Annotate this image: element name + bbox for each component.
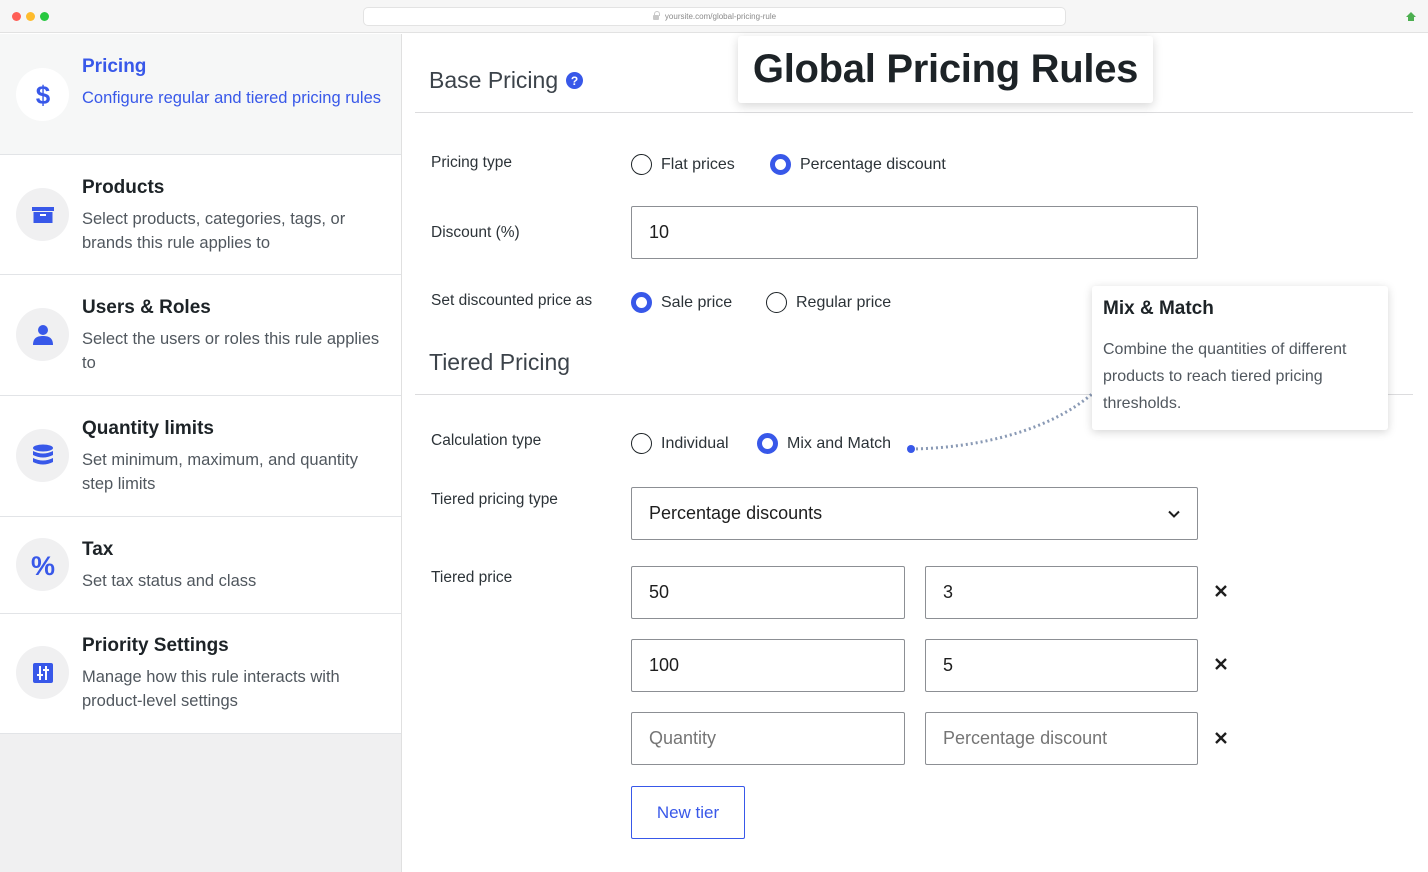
radio-label: Individual: [661, 434, 729, 452]
extension-icon[interactable]: [1404, 10, 1418, 22]
user-icon: [16, 308, 69, 361]
sidebar-item-title: Priority Settings: [82, 635, 229, 656]
radio-mix-and-match[interactable]: Mix and Match: [757, 433, 891, 454]
tier-quantity-input[interactable]: 100: [631, 639, 905, 692]
tiered-price-label: Tiered price: [431, 569, 513, 586]
new-tier-button[interactable]: New tier: [631, 786, 745, 839]
radio-label: Flat prices: [661, 155, 735, 173]
tier-quantity-input[interactable]: Quantity: [631, 712, 905, 765]
close-icon[interactable]: [1214, 657, 1228, 671]
sidebar-item-desc: Configure regular and tiered pricing rul…: [82, 89, 381, 107]
tier-discount-input[interactable]: 3: [925, 566, 1198, 619]
sidebar-item-desc: Select the users or roles this rule appl…: [82, 330, 380, 372]
calculation-type-label: Calculation type: [431, 432, 542, 449]
divider: [415, 112, 1413, 113]
radio-circle[interactable]: [757, 433, 778, 454]
radio-sale-price[interactable]: Sale price: [631, 292, 732, 313]
sidebar-item-title: Tax: [82, 539, 114, 560]
window-maximize-button[interactable]: [40, 12, 49, 21]
sidebar-item-desc: Manage how this rule interacts with prod…: [82, 668, 340, 710]
sidebar-item-products[interactable]: Products Select products, categories, ta…: [0, 155, 401, 275]
archive-box-icon: [16, 188, 69, 241]
lock-icon: [652, 11, 660, 20]
sidebar-item-desc: Set minimum, maximum, and quantity step …: [82, 451, 359, 493]
set-discounted-price-label: Set discounted price as: [431, 292, 593, 309]
radio-regular-price[interactable]: Regular price: [766, 292, 891, 313]
sliders-icon: [16, 646, 69, 699]
sidebar-item-desc: Select products, categories, tags, or br…: [82, 210, 346, 252]
mix-match-tooltip: Mix & Match Combine the quantities of di…: [1092, 286, 1388, 430]
radio-circle[interactable]: [631, 292, 652, 313]
sidebar-item-priority-settings[interactable]: Priority Settings Manage how this rule i…: [0, 614, 401, 734]
base-pricing-title: Base Pricing: [429, 67, 559, 93]
radio-flat-prices[interactable]: Flat prices: [631, 154, 735, 175]
sidebar-item-title: Quantity limits: [82, 418, 214, 439]
headline-title: Global Pricing Rules: [752, 47, 1139, 91]
select-value: Percentage discounts: [649, 503, 823, 523]
dollar-icon: $: [16, 68, 69, 121]
sidebar-item-users-roles[interactable]: Users & Roles Select the users or roles …: [0, 275, 401, 396]
tooltip-body: Combine the quantities of different prod…: [1103, 341, 1347, 412]
discount-label: Discount (%): [431, 224, 520, 241]
radio-label: Sale price: [661, 293, 733, 311]
address-bar[interactable]: yoursite.com/global-pricing-rule: [363, 7, 1066, 26]
radio-label: Regular price: [796, 293, 892, 311]
url-text: yoursite.com/global-pricing-rule: [664, 12, 777, 21]
tiered-pricing-type-label: Tiered pricing type: [431, 491, 558, 508]
window-minimize-button[interactable]: [26, 12, 35, 21]
radio-label: Mix and Match: [787, 434, 892, 452]
radio-circle[interactable]: [766, 292, 787, 313]
pricing-type-label: Pricing type: [431, 154, 512, 171]
radio-circle[interactable]: [770, 154, 791, 175]
sidebar-item-title: Pricing: [82, 56, 147, 77]
tiered-pricing-title: Tiered Pricing: [429, 349, 571, 375]
chevron-down-icon: [1168, 510, 1180, 518]
discount-input[interactable]: 10: [631, 206, 1198, 259]
sidebar-item-desc: Set tax status and class: [82, 572, 257, 590]
browser-chrome: yoursite.com/global-pricing-rule: [0, 0, 1428, 33]
help-icon[interactable]: ?: [566, 72, 583, 89]
sidebar-item-pricing[interactable]: $ Pricing Configure regular and tiered p…: [0, 34, 401, 155]
headline-card: Global Pricing Rules: [738, 36, 1153, 103]
tooltip-title: Mix & Match: [1103, 298, 1214, 319]
sidebar-item-tax[interactable]: % Tax Set tax status and class: [0, 517, 401, 614]
close-icon[interactable]: [1214, 731, 1228, 745]
tiered-pricing-type-select[interactable]: Percentage discounts: [631, 487, 1198, 540]
database-stack-icon: [16, 429, 69, 482]
tier-discount-input[interactable]: Percentage discount: [925, 712, 1198, 765]
radio-circle[interactable]: [631, 154, 652, 175]
svg-text:%: %: [30, 551, 54, 579]
radio-percentage-discount[interactable]: Percentage discount: [770, 154, 946, 175]
sidebar-item-title: Users & Roles: [82, 297, 211, 318]
sidebar-item-quantity-limits[interactable]: Quantity limits Set minimum, maximum, an…: [0, 396, 401, 517]
svg-text:$: $: [35, 82, 50, 108]
tier-discount-input[interactable]: 5: [925, 639, 1198, 692]
percent-icon: %: [16, 538, 69, 591]
radio-circle[interactable]: [631, 433, 652, 454]
radio-individual[interactable]: Individual: [631, 433, 729, 454]
window-close-button[interactable]: [12, 12, 21, 21]
close-icon[interactable]: [1214, 584, 1228, 598]
tier-quantity-input[interactable]: 50: [631, 566, 905, 619]
sidebar-item-title: Products: [82, 177, 165, 198]
radio-label: Percentage discount: [800, 155, 946, 173]
